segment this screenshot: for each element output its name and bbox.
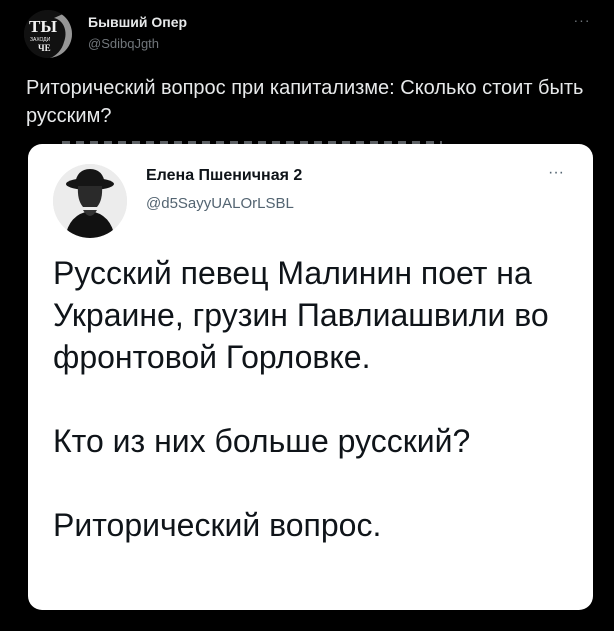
user-avatar-icon: ТЫ ЗАХОДИ ЧЕ <box>24 10 72 58</box>
more-horizontal-icon: ··· <box>548 164 564 181</box>
author-name[interactable]: Бывший Опер <box>88 14 187 30</box>
quoted-paragraph: Риторический вопрос. <box>53 507 382 543</box>
quoted-paragraph: Кто из них больше русский? <box>53 423 471 459</box>
author-avatar[interactable]: ТЫ ЗАХОДИ ЧЕ <box>24 10 72 58</box>
user-avatar-icon <box>53 164 127 238</box>
tweet: ТЫ ЗАХОДИ ЧЕ Бывший Опер @SdibqJgth ··· … <box>0 0 614 631</box>
quoted-author-avatar <box>53 164 127 238</box>
quoted-author-name: Елена Пшеничная 2 <box>146 167 303 184</box>
quoted-tweet-image[interactable]: Елена Пшеничная 2 @d5SayyUALOrLSBL ··· Р… <box>28 144 593 610</box>
more-horizontal-icon[interactable]: ··· <box>570 12 594 28</box>
quoted-author-handle: @d5SayyUALOrLSBL <box>146 195 294 212</box>
avatar-text-big: ТЫ <box>29 17 57 36</box>
tweet-text: Риторический вопрос при капитализме: Ско… <box>26 77 584 127</box>
avatar-text-small-2: ЧЕ <box>38 43 51 53</box>
quoted-tweet-body: Русский певец Малинин поет на Украине, г… <box>53 252 573 546</box>
quoted-paragraph: Русский певец Малинин поет на Украине, г… <box>53 255 549 375</box>
author-handle[interactable]: @SdibqJgth <box>88 36 159 51</box>
